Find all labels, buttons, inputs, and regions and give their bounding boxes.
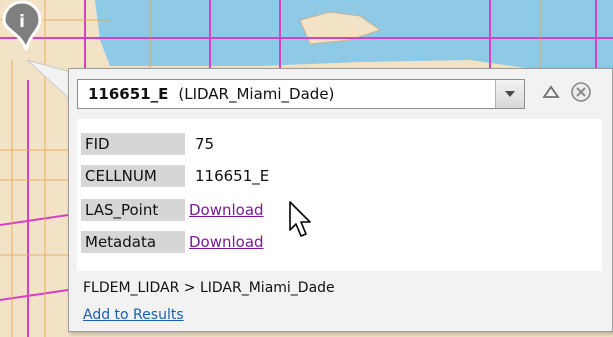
identify-popup: 116651_E (LIDAR_Miami_Dade) FID 75 CELLN… [68,68,613,332]
attr-key: CELLNUM [81,165,185,187]
feature-id: 116651_E [88,85,169,103]
attr-row-las-point: LAS_Point Download [81,199,264,221]
las-point-download-link[interactable]: Download [189,199,264,221]
attr-row-metadata: Metadata Download [81,231,264,253]
triangle-up-icon[interactable] [539,80,563,104]
attr-key: LAS_Point [81,199,185,221]
popup-pointer [27,60,71,101]
close-circle-icon[interactable] [569,80,593,104]
attr-row-fid: FID 75 [81,133,214,155]
attr-row-cellnum: CELLNUM 116651_E [81,165,269,187]
feature-selector[interactable]: 116651_E (LIDAR_Miami_Dade) [77,79,525,109]
attr-key: Metadata [81,231,185,253]
svg-text:i: i [19,12,25,32]
attr-key: FID [81,133,185,155]
pointer-cursor-icon [289,201,311,237]
add-to-results-link[interactable]: Add to Results [83,307,184,323]
chevron-down-icon[interactable] [495,80,524,108]
info-icon[interactable]: i [0,0,44,52]
attr-value: 75 [195,135,215,153]
metadata-download-link[interactable]: Download [189,231,264,253]
attr-value: 116651_E [195,167,270,185]
layer-breadcrumb: FLDEM_LIDAR > LIDAR_Miami_Dade [83,280,335,296]
attribute-table: FID 75 CELLNUM 116651_E LAS_Point Downlo… [77,119,602,271]
layer-label: (LIDAR_Miami_Dade) [178,85,335,103]
